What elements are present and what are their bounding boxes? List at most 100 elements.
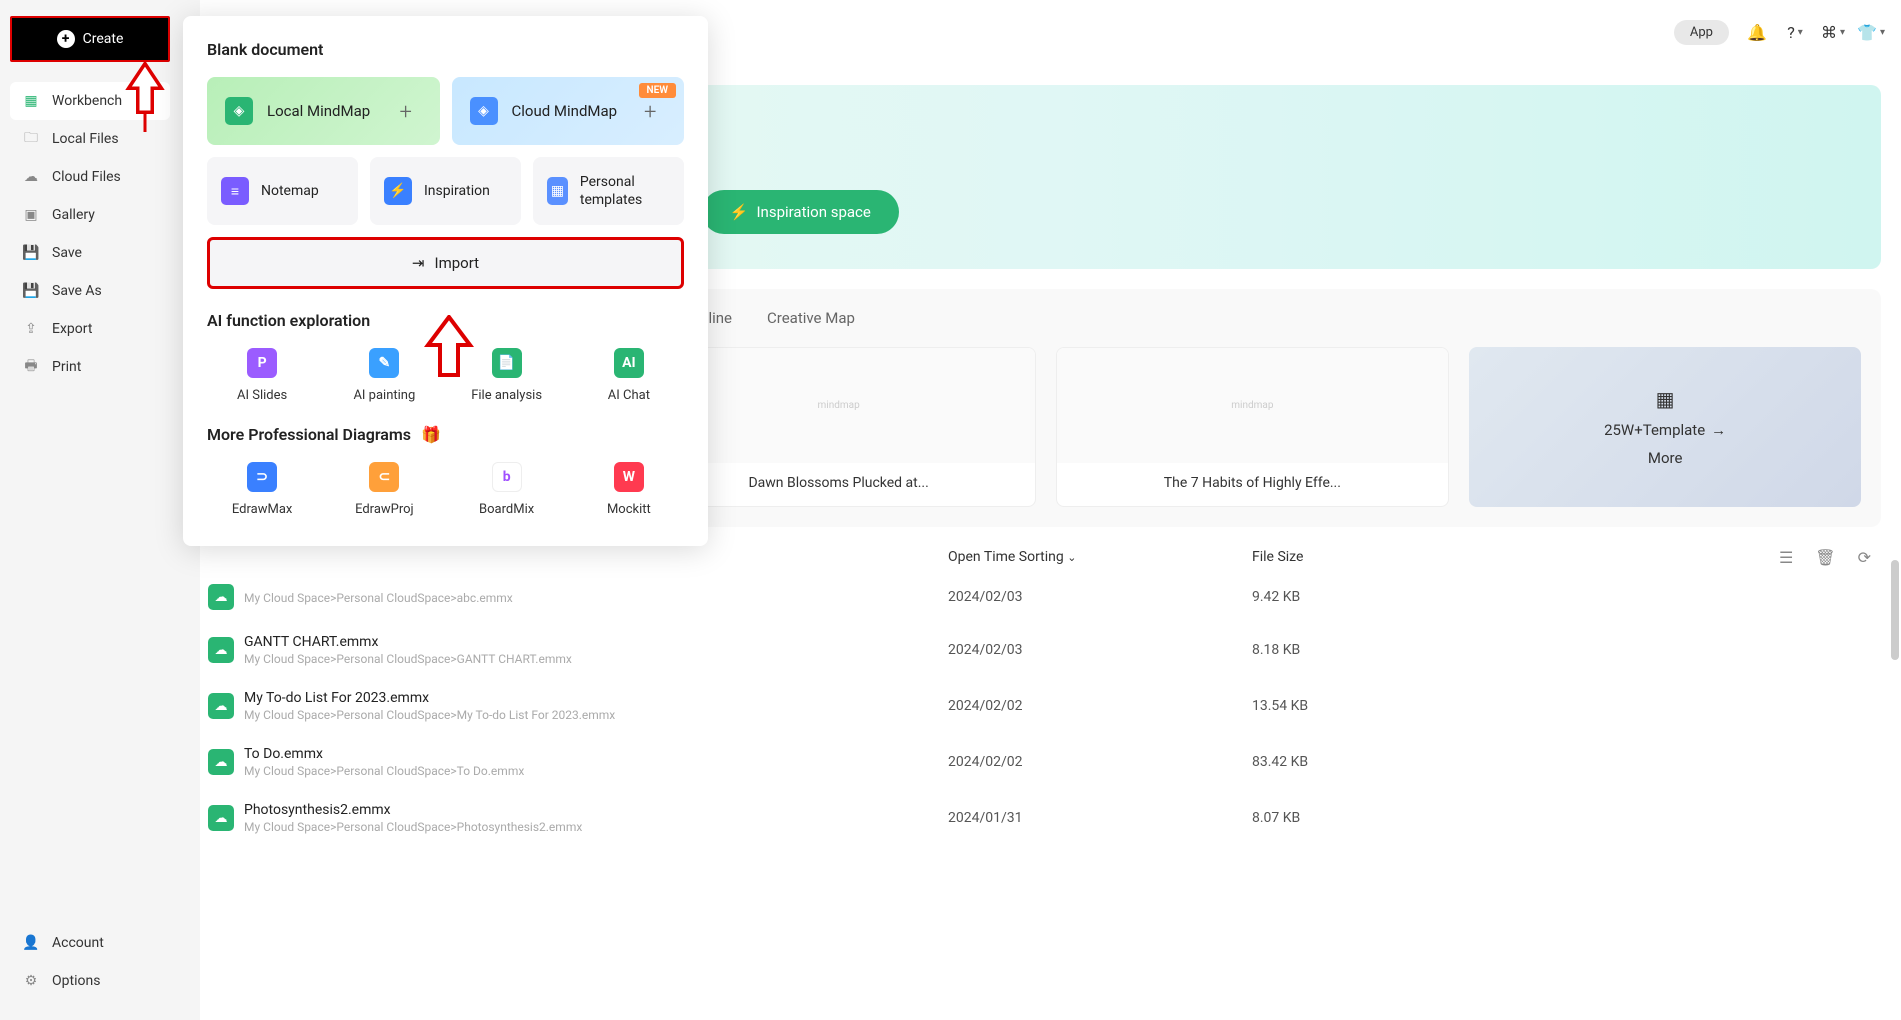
file-name: My To-do List For 2023.emmx xyxy=(244,690,615,706)
more-count: 25W+Template xyxy=(1604,421,1705,439)
professional-heading: More Professional Diagrams 🎁 xyxy=(207,425,684,444)
sidebar-label: Gallery xyxy=(52,207,95,223)
boardmix-icon: b xyxy=(492,462,522,492)
file-row[interactable]: ☁ GANTT CHART.emmx My Cloud Space>Person… xyxy=(208,622,1881,678)
file-row[interactable]: ☁ My Cloud Space>Personal CloudSpace>abc… xyxy=(208,572,1881,622)
edrawmax-label: EdrawMax xyxy=(232,502,292,517)
sidebar-item-save-as[interactable]: 💾 Save As xyxy=(0,272,180,310)
template-thumb: mindmap xyxy=(1057,348,1449,463)
sidebar-label: Local Files xyxy=(52,131,119,147)
personal-templates-card[interactable]: ▦ Personal templates xyxy=(533,157,684,225)
sidebar-item-options[interactable]: ⚙ Options xyxy=(0,962,180,1000)
sidebar-label: Cloud Files xyxy=(52,169,121,185)
sidebar-item-gallery[interactable]: ▣ Gallery xyxy=(0,196,180,234)
files-section: Open Time Sorting ⌄ File Size ☰ 🗑 ⟳ ☁ My… xyxy=(208,547,1881,846)
cloud-mindmap-card[interactable]: NEW ◈ Cloud MindMap + xyxy=(452,77,685,145)
create-button[interactable]: + Create xyxy=(10,16,170,62)
sort-dropdown[interactable]: Open Time Sorting ⌄ xyxy=(948,549,1076,565)
sidebar-item-print[interactable]: 🖶 Print xyxy=(0,348,180,386)
list-view-icon[interactable]: ☰ xyxy=(1779,548,1793,567)
boardmix-item[interactable]: b BoardMix xyxy=(452,462,562,517)
sidebar-label: Export xyxy=(52,321,92,337)
plus-icon: + xyxy=(644,100,666,122)
bolt-icon: ⚡ xyxy=(730,203,749,221)
personal-templates-label: Personal templates xyxy=(580,173,670,209)
help-icon[interactable]: ? xyxy=(1785,23,1805,43)
scrollbar[interactable] xyxy=(1891,560,1899,660)
sidebar-item-cloud-files[interactable]: ☁ Cloud Files xyxy=(0,158,180,196)
file-analysis-label: File analysis xyxy=(471,388,542,403)
annotation-arrow-import xyxy=(420,315,478,389)
import-button[interactable]: ⇥ Import xyxy=(207,237,684,289)
ai-slides-item[interactable]: P AI Slides xyxy=(207,348,317,403)
cloud-icon: ☁ xyxy=(22,168,40,186)
refresh-icon[interactable]: ⟳ xyxy=(1858,548,1871,567)
file-row[interactable]: ☁ To Do.emmx My Cloud Space>Personal Clo… xyxy=(208,734,1881,790)
export-icon: ⇪ xyxy=(22,320,40,338)
file-row[interactable]: ☁ Photosynthesis2.emmx My Cloud Space>Pe… xyxy=(208,790,1881,846)
cloud-mindmap-icon: ◈ xyxy=(470,97,498,125)
notemap-card[interactable]: ≡ Notemap xyxy=(207,157,358,225)
ai-chat-label: AI Chat xyxy=(608,388,650,403)
inspiration-card[interactable]: ⚡ Inspiration xyxy=(370,157,521,225)
sidebar-label: Account xyxy=(52,935,104,951)
arrow-right-icon: → xyxy=(1711,421,1726,439)
account-icon: 👤 xyxy=(22,934,40,952)
gallery-icon: ▣ xyxy=(22,206,40,224)
size-column-header: File Size xyxy=(1252,549,1303,565)
slides-icon: P xyxy=(247,348,277,378)
sidebar-item-export[interactable]: ⇪ Export xyxy=(0,310,180,348)
mindmap-icon: ◈ xyxy=(225,97,253,125)
cloud-file-icon: ☁ xyxy=(208,749,234,775)
local-mindmap-card[interactable]: ◈ Local MindMap + xyxy=(207,77,440,145)
file-date: 2024/02/03 xyxy=(948,589,1023,605)
more-templates-card[interactable]: ▦ 25W+Template → More xyxy=(1469,347,1861,507)
folder-icon: 🗀 xyxy=(22,130,40,148)
bell-icon[interactable]: 🔔 xyxy=(1747,23,1767,43)
tab-creative-map[interactable]: Creative Map xyxy=(767,309,855,327)
trash-icon[interactable]: 🗑 xyxy=(1815,548,1835,567)
notemap-icon: ≡ xyxy=(221,177,249,205)
inspiration-label: Inspiration xyxy=(424,182,490,200)
shirt-icon[interactable]: 👕 xyxy=(1861,23,1881,43)
notemap-label: Notemap xyxy=(261,182,319,200)
edrawproj-item[interactable]: ⊂ EdrawProj xyxy=(329,462,439,517)
file-path: My Cloud Space>Personal CloudSpace>GANTT… xyxy=(244,652,572,666)
import-icon: ⇥ xyxy=(412,254,425,272)
file-size: 8.07 KB xyxy=(1252,810,1300,826)
mockitt-item[interactable]: W Mockitt xyxy=(574,462,684,517)
file-row[interactable]: ☁ My To-do List For 2023.emmx My Cloud S… xyxy=(208,678,1881,734)
more-label: More xyxy=(1648,449,1683,467)
blank-document-heading: Blank document xyxy=(207,40,684,59)
sidebar-item-save[interactable]: 💾 Save xyxy=(0,234,180,272)
cloud-file-icon: ☁ xyxy=(208,693,234,719)
file-date: 2024/01/31 xyxy=(948,810,1023,826)
cloud-file-icon: ☁ xyxy=(208,637,234,663)
cloud-file-icon: ☁ xyxy=(208,805,234,831)
topbar: App 🔔 ? ⌘ 👕 xyxy=(1674,20,1881,45)
app-pill[interactable]: App xyxy=(1674,20,1729,45)
template-card[interactable]: mindmap The 7 Habits of Highly Effe... xyxy=(1056,347,1450,507)
sidebar-label: Options xyxy=(52,973,100,989)
file-name: To Do.emmx xyxy=(244,746,524,762)
file-path: My Cloud Space>Personal CloudSpace>My To… xyxy=(244,708,615,722)
file-path: My Cloud Space>Personal CloudSpace>To Do… xyxy=(244,764,524,778)
sidebar-label: Workbench xyxy=(52,93,122,109)
sidebar: + Create ▦ Workbench 🗀 Local Files ☁ Clo… xyxy=(0,0,180,1020)
sidebar-item-account[interactable]: 👤 Account xyxy=(0,924,180,962)
file-size: 83.42 KB xyxy=(1252,754,1308,770)
inspiration-icon: ⚡ xyxy=(384,177,412,205)
import-label: Import xyxy=(435,254,480,272)
cloud-mindmap-label: Cloud MindMap xyxy=(512,102,631,120)
edrawmax-item[interactable]: ⊃ EdrawMax xyxy=(207,462,317,517)
plus-icon: + xyxy=(57,30,75,48)
saveas-icon: 💾 xyxy=(22,282,40,300)
sidebar-label: Save As xyxy=(52,283,102,299)
templates-icon: ▦ xyxy=(547,177,568,205)
plus-icon: + xyxy=(400,100,422,122)
ai-chat-item[interactable]: AI AI Chat xyxy=(574,348,684,403)
apps-icon[interactable]: ⌘ xyxy=(1823,23,1843,43)
gift-icon: 🎁 xyxy=(421,425,441,444)
inspiration-space-button[interactable]: ⚡ Inspiration space xyxy=(702,190,899,234)
chat-icon: AI xyxy=(614,348,644,378)
